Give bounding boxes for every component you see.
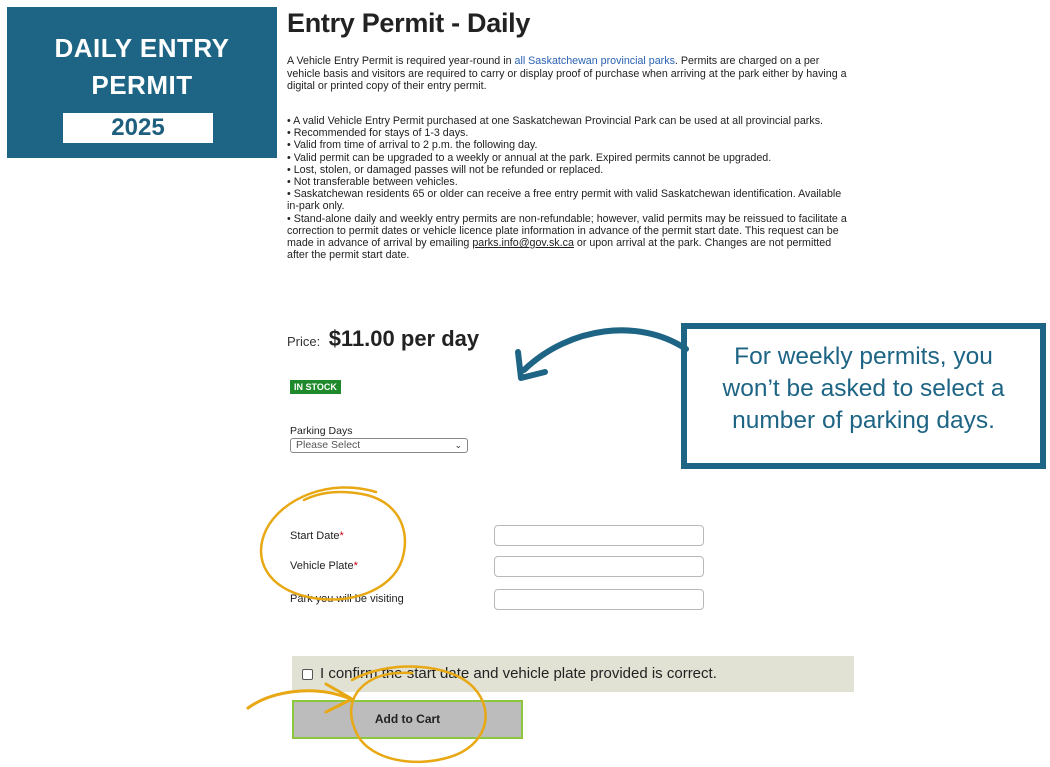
start-date-input[interactable] — [494, 525, 704, 546]
vehicle-plate-input[interactable] — [494, 556, 704, 577]
intro-text-start: A Vehicle Entry Permit is required year-… — [287, 55, 515, 67]
weekly-permits-callout: For weekly permits, you won’t be asked t… — [681, 323, 1046, 469]
callout-line: number of parking days. — [732, 407, 995, 434]
list-item: • Stand-alone daily and weekly entry per… — [287, 213, 855, 262]
blue-arrow-icon — [521, 327, 689, 373]
start-date-label: Start Date* — [290, 530, 344, 542]
page-title: Entry Permit - Daily — [287, 8, 531, 38]
parking-days-label: Parking Days — [290, 425, 353, 437]
list-item: • Lost, stolen, or damaged passes will n… — [287, 163, 604, 176]
required-marker: * — [339, 530, 344, 542]
add-to-cart-button[interactable]: Add to Cart — [292, 700, 523, 739]
gold-circle-labels-icon — [259, 486, 407, 601]
parking-days-select[interactable]: Please Select ⌄ — [290, 438, 468, 453]
list-item: • Recommended for stays of 1-3 days. — [287, 127, 469, 140]
badge-title-line1: DAILY ENTRY — [54, 33, 230, 63]
in-stock-badge: IN STOCK — [290, 380, 341, 394]
badge-title-line2: PERMIT — [91, 70, 193, 100]
list-item: • Valid permit can be upgraded to a week… — [287, 151, 772, 164]
badge-year: 2025 — [63, 113, 213, 143]
confirm-row: I confirm the start date and vehicle pla… — [292, 656, 854, 692]
park-visiting-label: Park you will be visiting — [290, 593, 404, 605]
list-item: • Saskatchewan residents 65 or older can… — [287, 188, 842, 213]
price-label: Price: — [287, 334, 321, 349]
park-visiting-input[interactable] — [494, 589, 704, 610]
vehicle-plate-label: Vehicle Plate* — [290, 560, 358, 572]
permit-details-list: • A valid Vehicle Entry Permit purchased… — [287, 115, 855, 261]
confirm-checkbox[interactable] — [302, 669, 313, 680]
blue-arrowhead-icon — [515, 349, 548, 381]
chevron-down-icon: ⌄ — [454, 440, 462, 450]
vehicle-plate-label-text: Vehicle Plate — [290, 560, 354, 572]
confirm-text: I confirm the start date and vehicle pla… — [320, 665, 717, 682]
list-item: • Not transferable between vehicles. — [287, 176, 458, 189]
parks-email-link[interactable]: parks.info@gov.sk.ca — [472, 237, 574, 249]
provincial-parks-link[interactable]: all Saskatchewan provincial parks — [515, 55, 675, 67]
callout-line: won’t be asked to select a — [722, 375, 1005, 402]
intro-paragraph: A Vehicle Entry Permit is required year-… — [287, 55, 855, 93]
price-value: $11.00 per day — [328, 326, 480, 351]
list-item: • Valid from time of arrival to 2 p.m. t… — [287, 139, 538, 152]
callout-line: For weekly permits, you — [734, 343, 993, 370]
daily-entry-permit-badge: DAILY ENTRY PERMIT 2025 — [7, 7, 277, 158]
list-item: • A valid Vehicle Entry Permit purchased… — [287, 115, 824, 127]
start-date-label-text: Start Date — [290, 530, 340, 542]
price-row: Price: $11.00 per day — [287, 326, 479, 352]
required-marker: * — [353, 560, 358, 572]
parking-days-selected-value: Please Select — [296, 439, 361, 451]
